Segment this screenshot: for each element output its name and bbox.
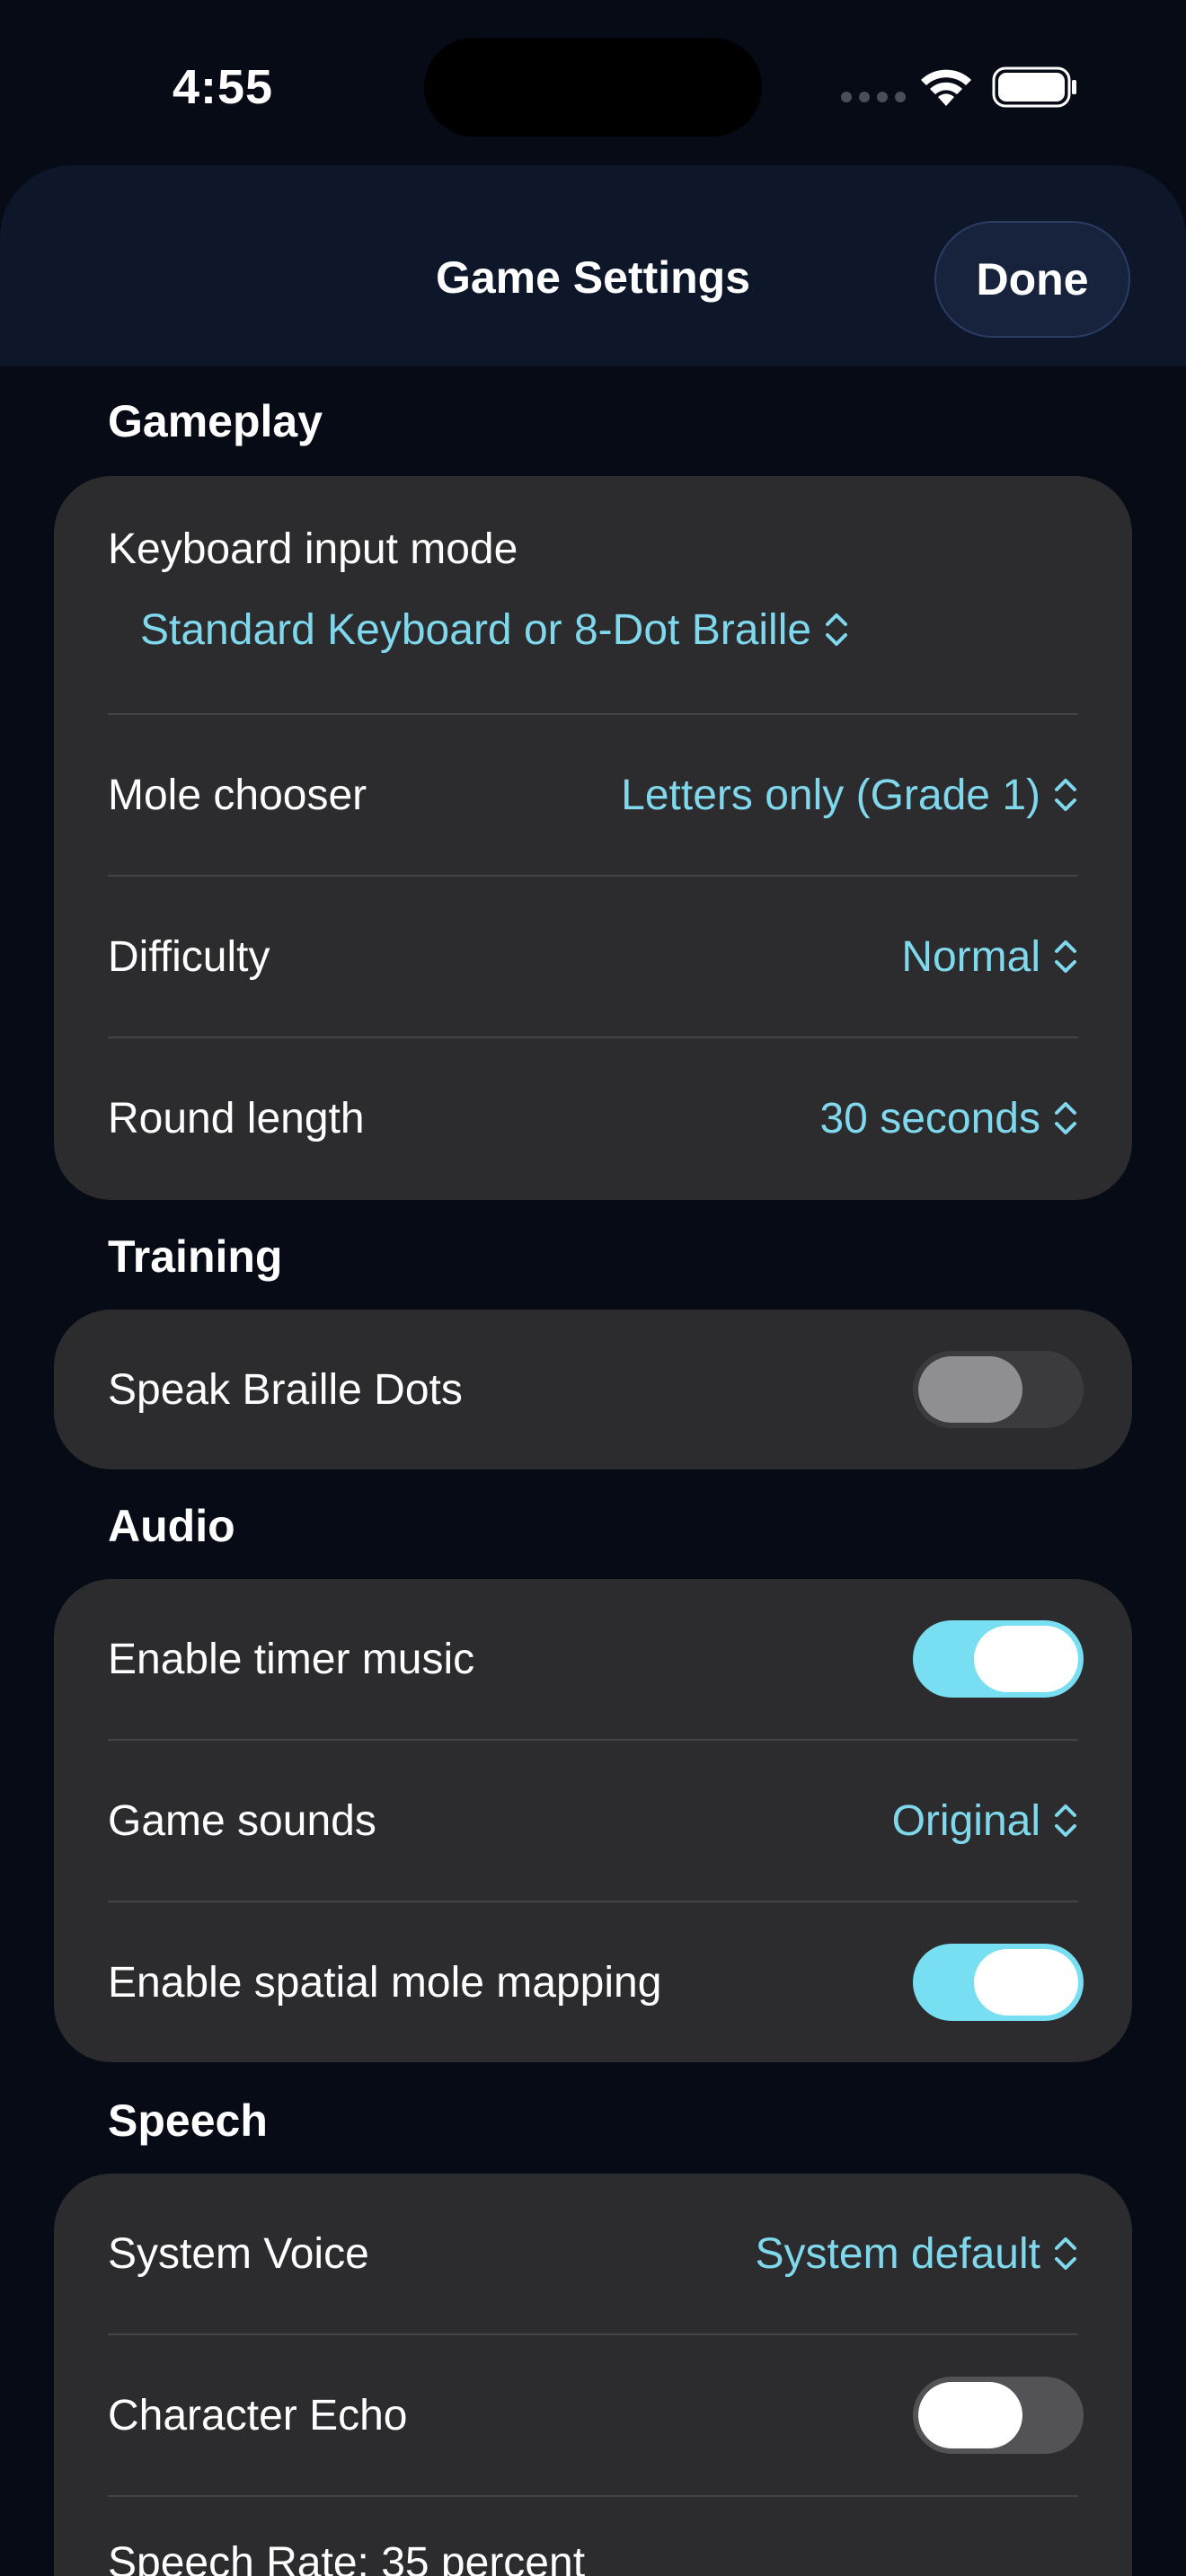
chevron-up-down-icon (1055, 940, 1076, 973)
keyboard-mode-row: Keyboard input mode (108, 519, 1078, 578)
round-length-picker[interactable]: 30 seconds (819, 1094, 1078, 1143)
round-length-label: Round length (108, 1094, 365, 1142)
mole-chooser-row[interactable]: Mole chooser Letters only (Grade 1) (108, 715, 1078, 875)
audio-card: Enable timer music Game sounds Original … (54, 1579, 1132, 2062)
status-time: 4:55 (173, 60, 274, 114)
difficulty-label: Difficulty (108, 932, 270, 981)
mole-chooser-label: Mole chooser (108, 771, 367, 819)
section-header-gameplay: Gameplay (108, 396, 323, 446)
divider (108, 2495, 1078, 2497)
system-voice-label: System Voice (108, 2229, 369, 2278)
character-echo-row: Character Echo (108, 2335, 1084, 2495)
section-header-audio: Audio (108, 1501, 235, 1551)
timer-music-row: Enable timer music (108, 1579, 1084, 1739)
keyboard-mode-picker[interactable]: Standard Keyboard or 8-Dot Braille (108, 598, 1078, 661)
system-voice-row[interactable]: System Voice System default (108, 2174, 1078, 2333)
game-sounds-row[interactable]: Game sounds Original (108, 1741, 1078, 1901)
speech-rate-label: Speech Rate: 35 percent (108, 2538, 586, 2576)
mole-chooser-value: Letters only (Grade 1) (621, 771, 1040, 819)
spatial-mapping-label: Enable spatial mole mapping (108, 1958, 662, 2007)
speak-braille-dots-toggle[interactable] (913, 1351, 1084, 1428)
chevron-up-down-icon (1055, 1804, 1076, 1837)
difficulty-picker[interactable]: Normal (901, 932, 1078, 982)
mole-chooser-picker[interactable]: Letters only (Grade 1) (621, 771, 1078, 820)
difficulty-value: Normal (901, 932, 1040, 981)
section-header-speech: Speech (108, 2095, 268, 2146)
dynamic-island (424, 38, 762, 137)
chevron-up-down-icon (1055, 1102, 1076, 1134)
character-echo-toggle[interactable] (913, 2377, 1084, 2454)
battery-icon (992, 66, 1076, 108)
spatial-mapping-toggle[interactable] (913, 1944, 1084, 2021)
speech-rate-row: Speech Rate: 35 percent (108, 2531, 1078, 2576)
system-voice-value: System default (755, 2229, 1040, 2278)
timer-music-toggle[interactable] (913, 1620, 1084, 1698)
keyboard-mode-value: Standard Keyboard or 8-Dot Braille (140, 605, 812, 654)
game-sounds-value: Original (891, 1796, 1040, 1845)
speak-braille-dots-label: Speak Braille Dots (108, 1365, 463, 1414)
training-card: Speak Braille Dots (54, 1310, 1132, 1469)
chevron-up-down-icon (826, 613, 848, 646)
speech-card: System Voice System default Character Ec… (54, 2174, 1132, 2576)
done-button[interactable]: Done (934, 221, 1130, 338)
keyboard-mode-label: Keyboard input mode (108, 525, 518, 573)
system-voice-picker[interactable]: System default (756, 2229, 1078, 2279)
difficulty-row[interactable]: Difficulty Normal (108, 877, 1078, 1037)
timer-music-label: Enable timer music (108, 1635, 475, 1683)
game-sounds-picker[interactable]: Original (892, 1796, 1078, 1846)
screen: 4:55 Game Settings Done Gameplay Keyboar… (0, 0, 1186, 2576)
chevron-up-down-icon (1055, 779, 1076, 811)
nav-bar: Game Settings Done (0, 165, 1186, 366)
wifi-icon (921, 69, 971, 106)
speak-braille-dots-row: Speak Braille Dots (108, 1310, 1084, 1469)
round-length-value: 30 seconds (819, 1094, 1040, 1142)
character-echo-label: Character Echo (108, 2391, 408, 2439)
section-header-training: Training (108, 1231, 283, 1282)
round-length-row[interactable]: Round length 30 seconds (108, 1038, 1078, 1198)
game-sounds-label: Game sounds (108, 1796, 376, 1845)
gameplay-card-main: Keyboard input mode Standard Keyboard or… (54, 476, 1132, 1200)
cellular-signal-icon (841, 92, 906, 102)
spatial-mapping-row: Enable spatial mole mapping (108, 1902, 1084, 2062)
chevron-up-down-icon (1055, 2237, 1076, 2270)
settings-sheet: Game Settings Done Gameplay Keyboard inp… (0, 165, 1186, 366)
